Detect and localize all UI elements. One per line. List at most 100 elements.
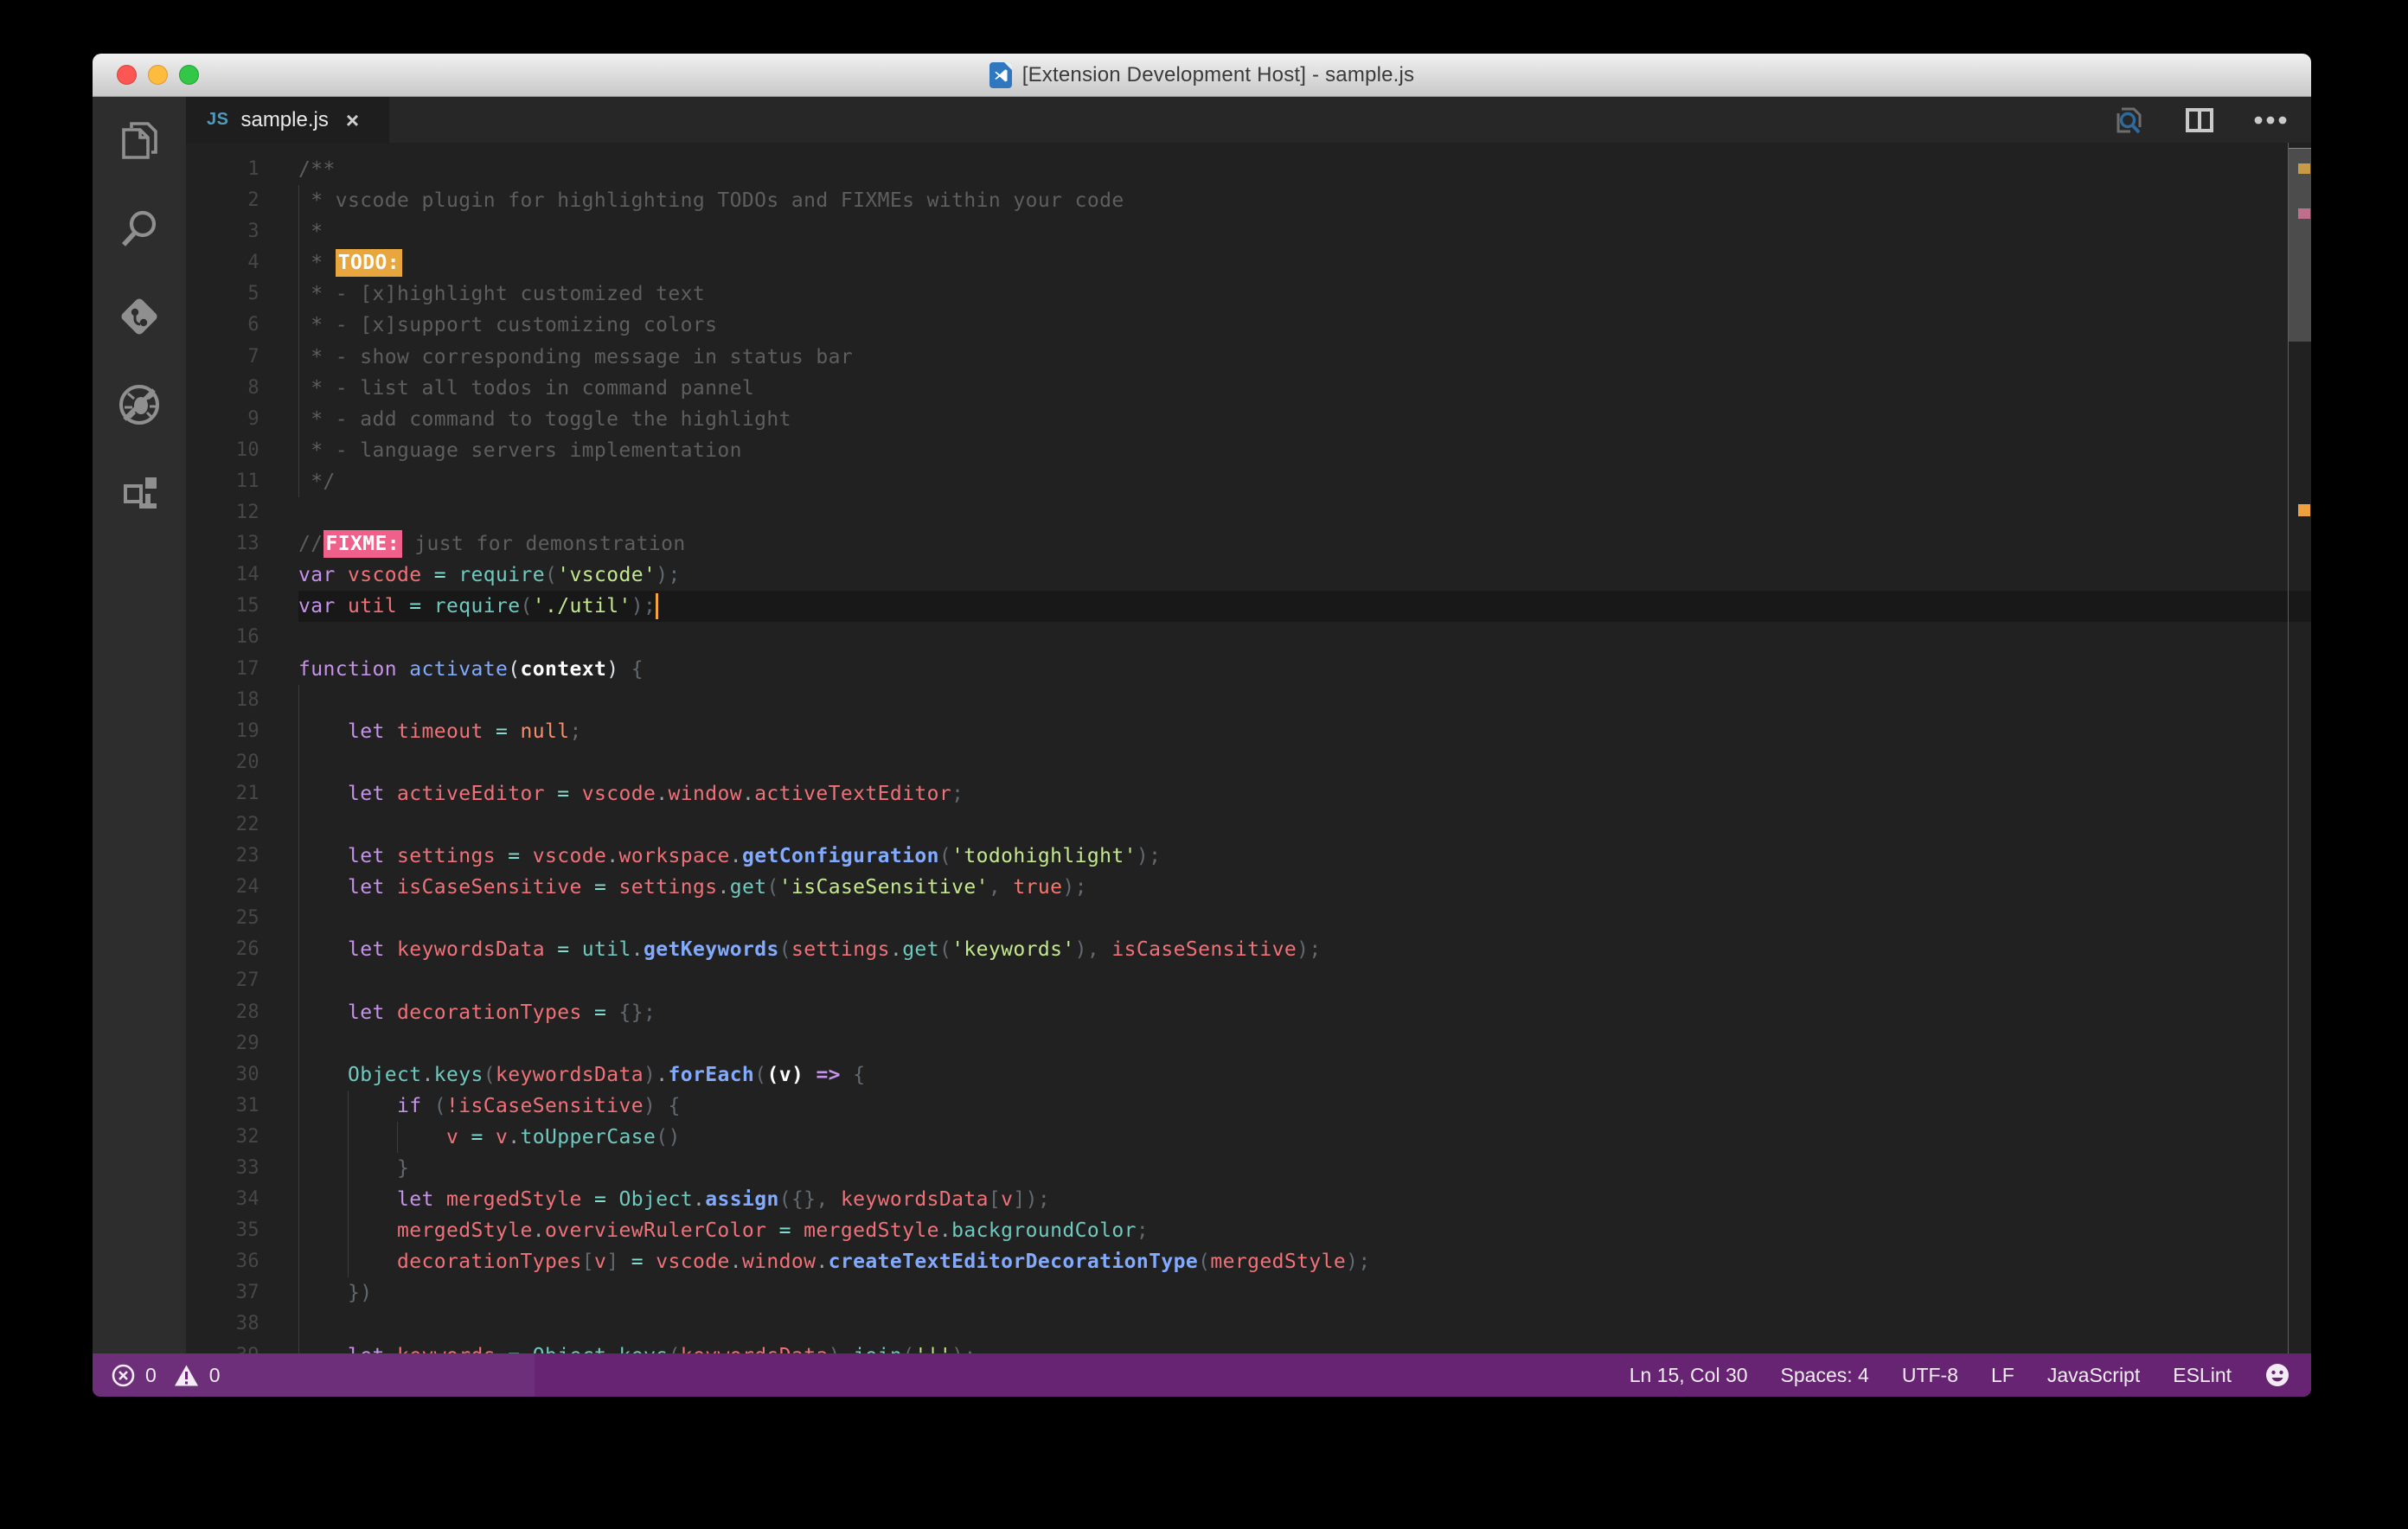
line-content: } xyxy=(298,1153,2311,1185)
eol-status[interactable]: LF xyxy=(1991,1364,2014,1387)
line-number: 11 xyxy=(235,470,259,492)
code-line-39[interactable]: 39 let keywords = Object.keys(keywordsDa… xyxy=(186,1340,2311,1353)
code-line-33[interactable]: 33 } xyxy=(186,1153,2311,1185)
code-line-25[interactable]: 25 xyxy=(186,903,2311,935)
indent-guide xyxy=(298,372,299,404)
more-actions-icon[interactable] xyxy=(2252,102,2289,138)
code-line-16[interactable]: 16 xyxy=(186,622,2311,653)
line-content: function activate(context) { xyxy=(298,657,644,681)
indent-guide xyxy=(298,1184,299,1216)
line-number: 8 xyxy=(247,376,259,399)
line-number: 22 xyxy=(235,813,259,835)
code-line-32[interactable]: 32 v = v.toUpperCase() xyxy=(186,1121,2311,1153)
zoom-window-button[interactable] xyxy=(179,65,199,85)
debug-icon[interactable] xyxy=(115,381,163,429)
line-content: * TODO: xyxy=(298,247,2311,279)
code-line-20[interactable]: 20 xyxy=(186,746,2311,778)
overview-ruler-mark xyxy=(2298,208,2310,219)
code-line-6[interactable]: 6 * - [x]support customizing colors xyxy=(186,310,2311,342)
line-content xyxy=(298,1027,2311,1059)
code-line-24[interactable]: 24 let isCaseSensitive = settings.get('i… xyxy=(186,872,2311,904)
code-line-26[interactable]: 26 let keywordsData = util.getKeywords(s… xyxy=(186,934,2311,966)
window-title: [Extension Development Host] - sample.js xyxy=(1021,62,1415,86)
line-content xyxy=(298,1308,2311,1340)
line-number: 18 xyxy=(235,688,259,711)
code-line-27[interactable]: 27 xyxy=(186,965,2311,997)
line-number: 20 xyxy=(235,751,259,773)
code-line-28[interactable]: 28 let decorationTypes = {}; xyxy=(186,996,2311,1028)
title-bar[interactable]: [Extension Development Host] - sample.js xyxy=(93,54,2311,97)
code-line-9[interactable]: 9 * - add command to toggle the highligh… xyxy=(186,403,2311,435)
code-line-23[interactable]: 23 let settings = vscode.workspace.getCo… xyxy=(186,841,2311,873)
code-line-12[interactable]: 12 xyxy=(186,497,2311,528)
split-editor-icon[interactable] xyxy=(2181,102,2218,138)
code-line-10[interactable]: 10 * - language servers implementation xyxy=(186,434,2311,466)
code-line-4[interactable]: 4 * TODO: xyxy=(186,247,2311,279)
code-line-17[interactable]: 17 function activate(context) { xyxy=(186,654,2311,685)
indent-guide xyxy=(298,684,299,716)
indent-guide xyxy=(298,278,299,310)
source-control-icon[interactable] xyxy=(115,292,163,341)
code-line-11[interactable]: 11 */ xyxy=(186,465,2311,498)
language-mode-status[interactable]: JavaScript xyxy=(2047,1364,2140,1387)
indent-guide xyxy=(298,403,299,435)
code-line-35[interactable]: 35 mergedStyle.overviewRulerColor = merg… xyxy=(186,1215,2311,1247)
explorer-icon[interactable] xyxy=(115,116,163,164)
indent-guide xyxy=(298,809,299,841)
encoding-status[interactable]: UTF-8 xyxy=(1902,1364,1958,1387)
code-line-34[interactable]: 34 let mergedStyle = Object.assign({}, k… xyxy=(186,1184,2311,1216)
code-line-3[interactable]: 3 * xyxy=(186,216,2311,248)
indentation-status[interactable]: Spaces: 4 xyxy=(1781,1364,1869,1387)
tab-close-icon[interactable]: × xyxy=(346,109,359,131)
code-editor[interactable]: 1 /** 2 * vscode plugin for highlighting T… xyxy=(186,143,2311,1353)
search-icon[interactable] xyxy=(115,204,163,253)
indent-guide xyxy=(298,746,299,778)
code-line-19[interactable]: 19 let timeout = null; xyxy=(186,715,2311,747)
line-number: 4 xyxy=(247,252,259,274)
line-number: 12 xyxy=(235,502,259,524)
indent-guide xyxy=(348,1121,349,1153)
line-content xyxy=(298,684,2311,716)
line-content: //FIXME: just for demonstration xyxy=(298,528,2311,560)
code-line-14[interactable]: 14 var vscode = require('vscode'); xyxy=(186,560,2311,591)
code-line-30[interactable]: 30 Object.keys(keywordsData).forEach((v)… xyxy=(186,1059,2311,1091)
code-line-21[interactable]: 21 let activeEditor = vscode.window.acti… xyxy=(186,777,2311,809)
code-lines: 1 /** 2 * vscode plugin for highlighting T… xyxy=(186,154,2311,1353)
code-line-37[interactable]: 37 }) xyxy=(186,1277,2311,1309)
tab-sample-js[interactable]: JS sample.js × xyxy=(186,97,389,143)
cursor-position-status[interactable]: Ln 15, Col 30 xyxy=(1630,1364,1748,1387)
code-line-29[interactable]: 29 xyxy=(186,1027,2311,1059)
close-window-button[interactable] xyxy=(117,65,137,85)
code-line-1[interactable]: 1 /** xyxy=(186,154,2311,185)
indent-guide xyxy=(298,465,299,498)
code-line-2[interactable]: 2 * vscode plugin for highlighting TODOs… xyxy=(186,185,2311,217)
vscode-window: [Extension Development Host] - sample.js xyxy=(93,54,2311,1397)
errors-icon xyxy=(112,1364,135,1386)
problems-status[interactable]: 0 0 xyxy=(112,1364,221,1387)
code-line-8[interactable]: 8 * - list all todos in command pannel xyxy=(186,372,2311,404)
code-line-18[interactable]: 18 xyxy=(186,684,2311,716)
search-in-file-icon[interactable] xyxy=(2110,102,2147,138)
line-content: * - add command to toggle the highlight xyxy=(298,403,2311,435)
code-line-38[interactable]: 38 xyxy=(186,1308,2311,1340)
code-line-7[interactable]: 7 * - show corresponding message in stat… xyxy=(186,341,2311,373)
feedback-smiley-icon[interactable] xyxy=(2264,1362,2290,1388)
line-content: /** xyxy=(298,158,336,181)
code-line-15[interactable]: 15 var util = require('./util'); xyxy=(186,591,2311,623)
code-line-36[interactable]: 36 decorationTypes[v] = vscode.window.cr… xyxy=(186,1246,2311,1278)
scrollbar-slider[interactable] xyxy=(2289,148,2311,342)
extensions-icon[interactable] xyxy=(115,469,163,517)
indent-guide xyxy=(298,965,299,997)
line-number: 13 xyxy=(235,533,259,555)
line-content: var vscode = require('vscode'); xyxy=(298,564,681,587)
overview-ruler-mark xyxy=(2298,163,2310,174)
indent-guide xyxy=(298,434,299,466)
vertical-scrollbar[interactable] xyxy=(2288,143,2311,1353)
line-number: 21 xyxy=(235,782,259,804)
code-line-13[interactable]: 13 //FIXME: just for demonstration xyxy=(186,528,2311,560)
code-line-5[interactable]: 5 * - [x]highlight customized text xyxy=(186,278,2311,310)
code-line-31[interactable]: 31 if (!isCaseSensitive) { xyxy=(186,1090,2311,1122)
minimize-window-button[interactable] xyxy=(148,65,168,85)
eslint-status[interactable]: ESLint xyxy=(2173,1364,2232,1387)
code-line-22[interactable]: 22 xyxy=(186,809,2311,841)
